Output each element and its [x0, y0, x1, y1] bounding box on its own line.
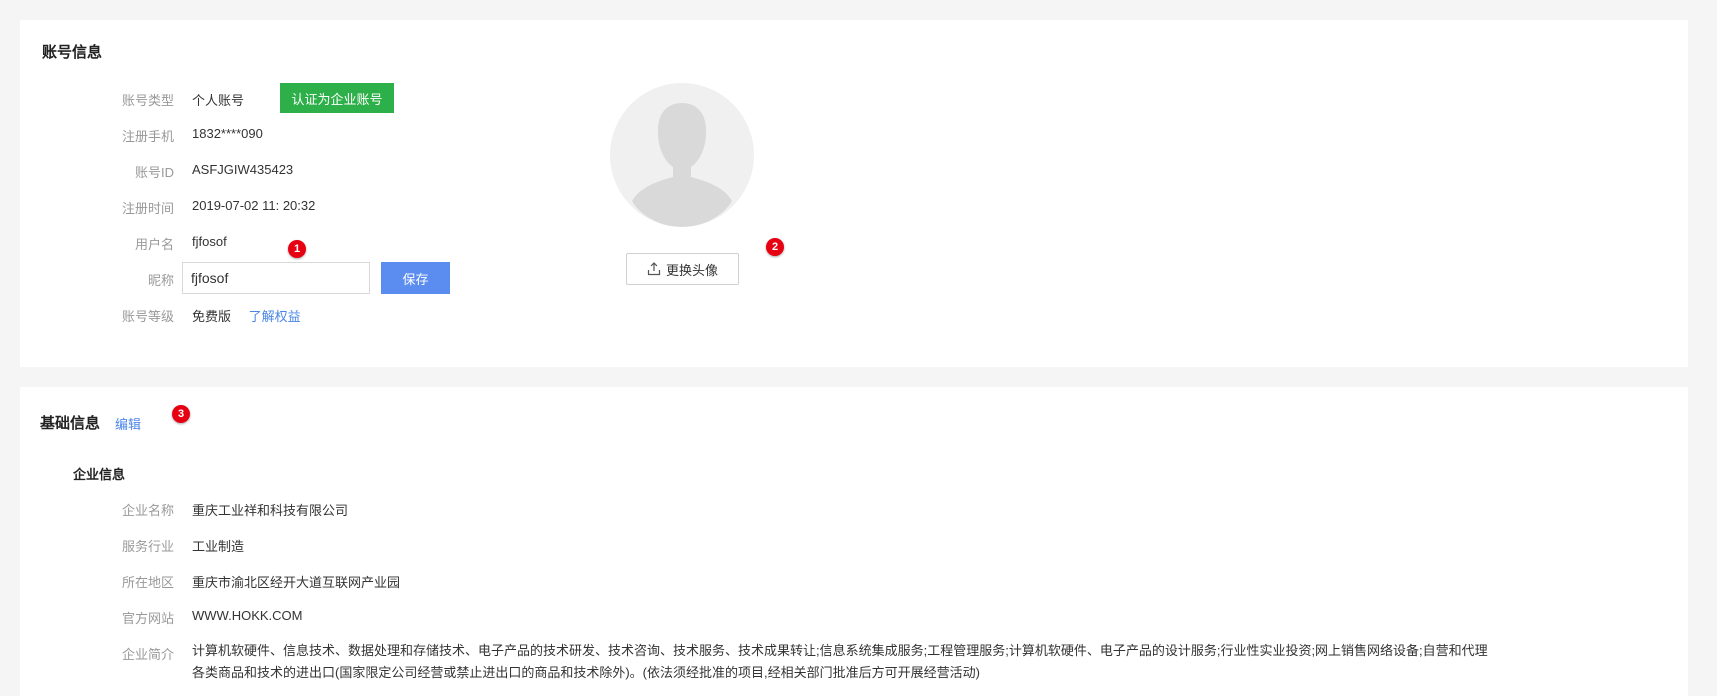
basic-section-title: 基础信息	[40, 415, 101, 432]
basic-info-card: 基础信息 编辑 3 企业信息 企业名称 重庆工业祥和科技有限公司 服务行业 工业…	[20, 387, 1688, 696]
save-button[interactable]: 保存	[381, 262, 450, 294]
industry-value: 工业制造	[192, 539, 245, 554]
nickname-label: 昵称	[147, 273, 174, 288]
upload-icon	[647, 262, 661, 276]
phone-label: 注册手机	[121, 129, 174, 144]
marker-badge-2: 2	[766, 238, 784, 256]
register-time-label: 注册时间	[121, 201, 174, 216]
edit-link[interactable]: 编辑	[115, 414, 141, 433]
learn-benefits-link[interactable]: 了解权益	[249, 309, 301, 324]
account-level-text: 免费版	[192, 309, 232, 324]
region-label: 所在地区	[121, 575, 174, 590]
company-name-label: 企业名称	[121, 503, 174, 518]
account-level-value: 免费版 了解权益	[192, 306, 301, 325]
nickname-input[interactable]	[182, 262, 370, 294]
phone-value: 1832****090	[192, 126, 263, 141]
website-value: WWW.HOKK.COM	[192, 608, 303, 623]
change-avatar-button[interactable]: 更换头像	[626, 253, 739, 285]
account-id-value: ASFJGIW435423	[192, 162, 294, 177]
marker-badge-3: 3	[172, 405, 190, 423]
username-value: fjfosof	[192, 234, 227, 249]
marker-badge-1: 1	[288, 240, 306, 258]
account-type-label: 账号类型	[121, 93, 174, 108]
company-intro: 计算机软硬件、信息技术、数据处理和存储技术、电子产品的技术研发、技术咨询、技术服…	[192, 640, 1632, 684]
account-level-label: 账号等级	[121, 309, 174, 324]
user-silhouette-icon	[610, 83, 754, 227]
company-info-subtitle: 企业信息	[73, 467, 126, 482]
register-time-value: 2019-07-02 11: 20:32	[192, 198, 316, 213]
avatar	[610, 83, 754, 227]
region-value: 重庆市渝北区经开大道互联网产业园	[192, 575, 401, 590]
company-intro-line-2: 各类商品和技术的进出口(国家限定公司经营或禁止进出口的商品和技术除外)。(依法须…	[192, 665, 980, 680]
account-type-value: 个人账号	[192, 93, 245, 108]
username-label: 用户名	[134, 237, 174, 252]
website-label: 官方网站	[121, 611, 174, 626]
account-id-label: 账号ID	[134, 165, 174, 180]
change-avatar-label: 更换头像	[665, 262, 718, 278]
account-section-title: 账号信息	[42, 44, 103, 61]
verify-enterprise-button[interactable]: 认证为企业账号	[280, 83, 394, 113]
account-info-card: 账号信息 账号类型 个人账号 认证为企业账号 注册手机 1832****090 …	[20, 20, 1688, 367]
industry-label: 服务行业	[121, 539, 174, 554]
company-intro-line-1: 计算机软硬件、信息技术、数据处理和存储技术、电子产品的技术研发、技术咨询、技术服…	[192, 643, 1488, 658]
intro-label: 企业简介	[121, 647, 174, 662]
company-name-value: 重庆工业祥和科技有限公司	[192, 503, 349, 518]
